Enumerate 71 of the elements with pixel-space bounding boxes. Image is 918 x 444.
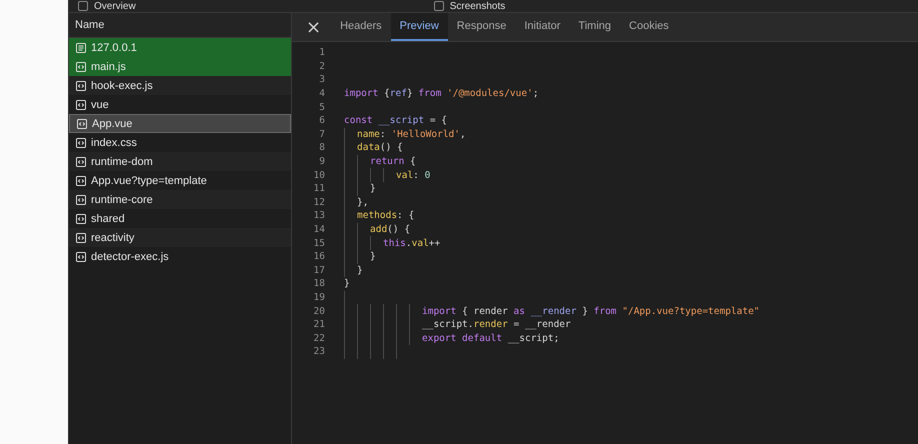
close-button[interactable]: × bbox=[296, 13, 332, 41]
script-icon bbox=[76, 214, 86, 224]
code-line: } bbox=[370, 183, 376, 194]
line-number: 14 bbox=[312, 224, 325, 236]
code-line: __script.render = __render bbox=[422, 319, 571, 330]
script-icon bbox=[76, 80, 86, 90]
request-row[interactable]: main.js bbox=[69, 57, 291, 76]
line-number: 13 bbox=[312, 210, 325, 222]
tab[interactable]: Cookies bbox=[620, 13, 678, 41]
line-number: 10 bbox=[312, 170, 325, 181]
script-icon bbox=[76, 138, 86, 148]
checkbox-label: Screenshots bbox=[450, 0, 506, 12]
script-icon bbox=[76, 156, 86, 166]
checkbox-label: Overview bbox=[94, 0, 136, 12]
code-line: } bbox=[344, 278, 350, 290]
code-line: }, bbox=[357, 196, 368, 208]
line-number: 8 bbox=[318, 142, 325, 154]
line-number: 4 bbox=[318, 88, 325, 100]
line-number: 17 bbox=[312, 264, 325, 276]
code-line: add() { bbox=[370, 224, 410, 236]
tab[interactable]: Response bbox=[448, 13, 516, 41]
line-number: 19 bbox=[312, 292, 325, 303]
code-line: const __script = { bbox=[344, 115, 447, 126]
code-line: } bbox=[370, 251, 376, 262]
code-line: methods: { bbox=[357, 210, 414, 222]
checkbox[interactable] bbox=[434, 1, 444, 11]
request-row[interactable]: shared bbox=[69, 209, 291, 228]
request-row[interactable]: App.vue bbox=[69, 114, 291, 133]
line-number: 2 bbox=[318, 60, 325, 72]
code-line: data() { bbox=[357, 142, 403, 154]
script-icon bbox=[76, 100, 86, 110]
request-row[interactable]: vue bbox=[69, 95, 291, 114]
request-row[interactable]: index.css bbox=[69, 133, 291, 152]
checkbox[interactable] bbox=[78, 1, 88, 11]
line-number: 9 bbox=[318, 156, 325, 168]
tab[interactable]: Preview bbox=[390, 13, 448, 41]
script-icon bbox=[76, 252, 86, 262]
line-number: 16 bbox=[312, 251, 325, 262]
tab[interactable]: Headers bbox=[331, 13, 391, 41]
script-icon bbox=[76, 194, 86, 204]
line-number: 20 bbox=[312, 306, 325, 317]
line-number: 18 bbox=[312, 278, 325, 290]
document-icon bbox=[76, 42, 86, 52]
request-row[interactable]: App.vue?type=template bbox=[69, 171, 291, 190]
script-icon bbox=[77, 118, 87, 128]
request-row[interactable]: detector-exec.js bbox=[69, 247, 291, 266]
line-number: 11 bbox=[312, 183, 325, 194]
line-number: 22 bbox=[312, 332, 325, 344]
line-number: 6 bbox=[318, 115, 325, 126]
line-number: 15 bbox=[312, 238, 325, 249]
code-line: import {ref} from '/@modules/vue'; bbox=[344, 88, 539, 100]
script-icon bbox=[76, 62, 86, 72]
script-icon bbox=[76, 232, 86, 242]
request-row[interactable]: 127.0.0.1 bbox=[69, 38, 291, 57]
line-number: 23 bbox=[312, 346, 325, 358]
line-number: 12 bbox=[312, 196, 325, 208]
code-line: export default __script; bbox=[422, 332, 560, 344]
code-line: this.val++ bbox=[383, 238, 440, 249]
tab[interactable]: Timing bbox=[569, 13, 620, 41]
code-line: } bbox=[357, 264, 363, 276]
line-number: 7 bbox=[318, 128, 325, 140]
line-number: 5 bbox=[318, 102, 325, 113]
code-line: name: 'HelloWorld', bbox=[357, 128, 466, 140]
line-number: 1 bbox=[318, 47, 325, 58]
code-line: return { bbox=[370, 156, 416, 168]
code-line: val: 0 bbox=[396, 170, 430, 181]
line-number: 3 bbox=[318, 74, 325, 86]
line-number: 21 bbox=[312, 319, 325, 330]
tab[interactable]: Initiator bbox=[515, 13, 570, 41]
code-line: import { render as __render } from "/App.vue?type=template" bbox=[422, 306, 760, 317]
script-icon bbox=[76, 176, 86, 186]
